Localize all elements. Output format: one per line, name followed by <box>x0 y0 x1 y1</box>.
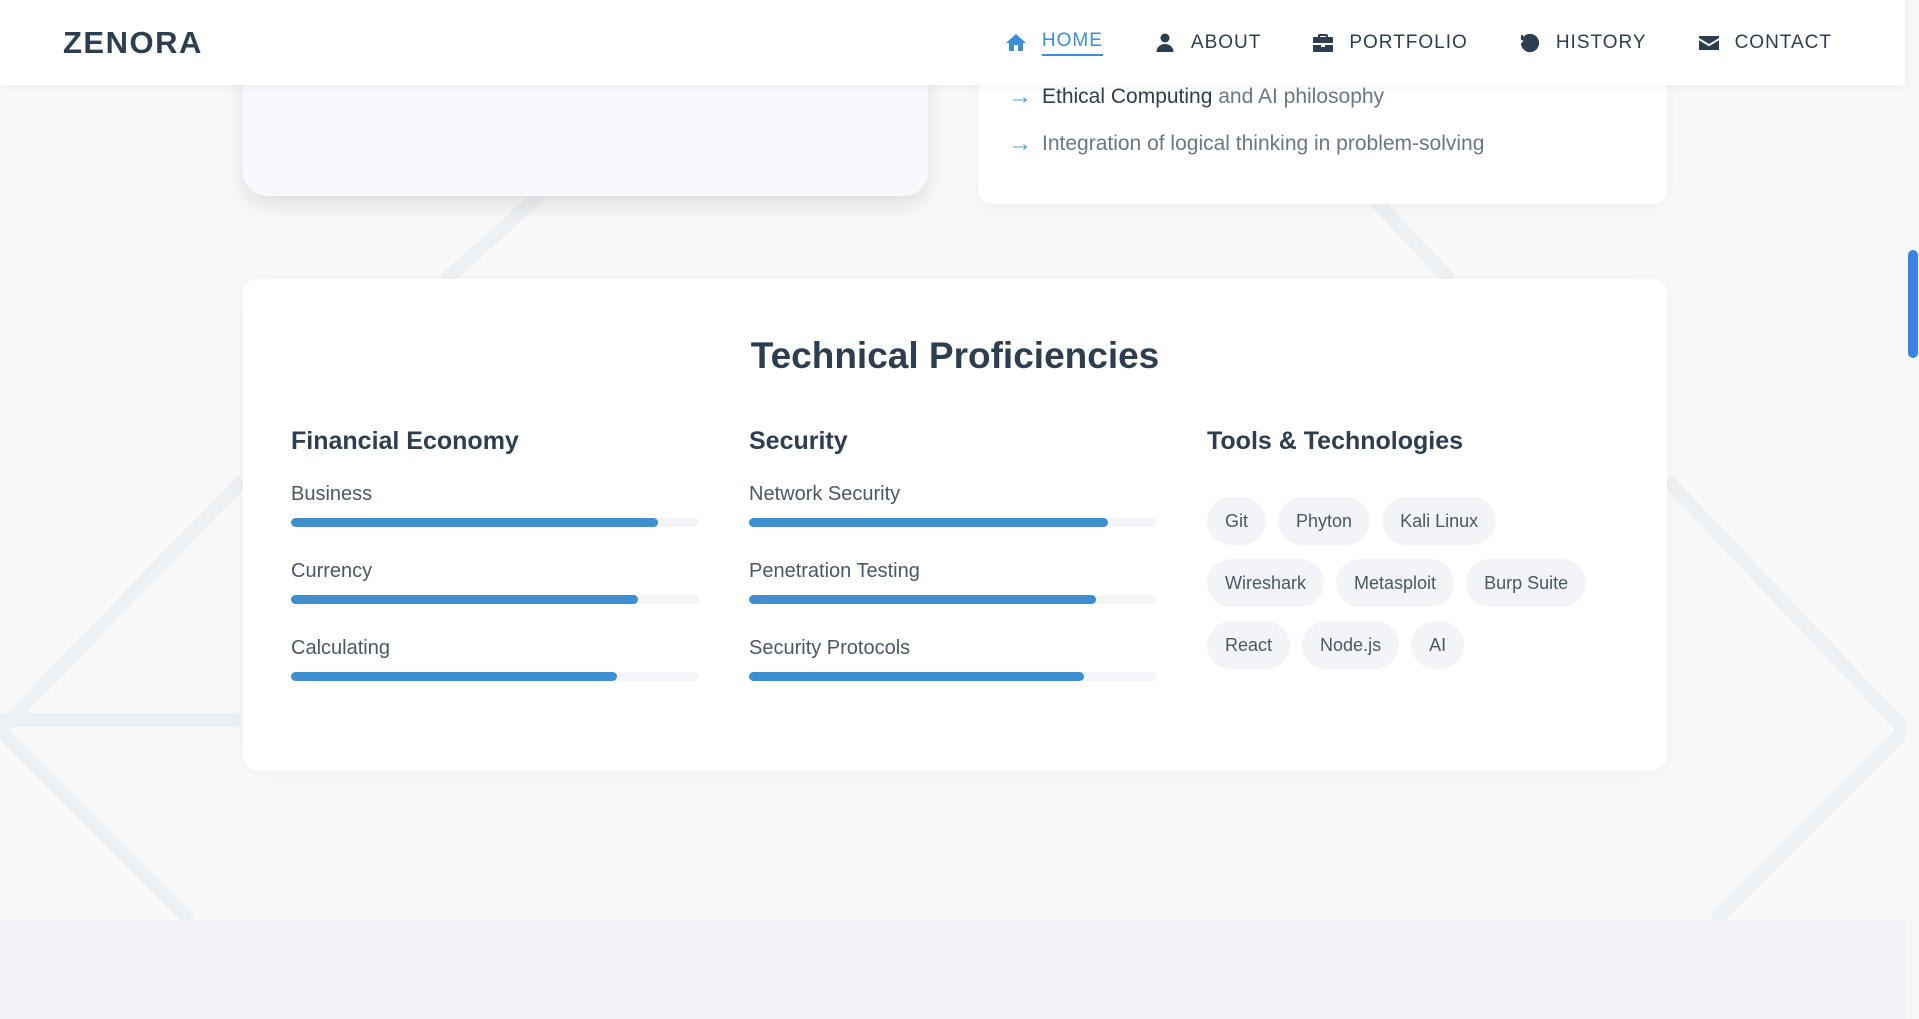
skill-currency: Currency <box>291 560 699 604</box>
user-icon <box>1156 33 1174 52</box>
about-point: → Integration of logical thinking in pro… <box>1008 130 1484 158</box>
tag[interactable]: Burp Suite <box>1466 559 1587 607</box>
skill-bar-fill <box>749 672 1084 681</box>
about-point: → Ethical Computing and AI philosophy <box>1008 83 1384 111</box>
navbar: ZENORA HOME ABOUT PORTFOLIO HISTORY CONT… <box>0 0 1905 85</box>
skill-bar-fill <box>749 518 1109 527</box>
about-point-bold: Ethical Computing <box>1042 85 1213 108</box>
nav-label-about: ABOUT <box>1190 31 1262 53</box>
financial-economy-column: Financial Economy Business Currency Calc… <box>291 427 699 681</box>
skill-name: Calculating <box>291 637 390 659</box>
skill-name: Currency <box>291 560 373 582</box>
skill-security-protocols: Security Protocols <box>749 637 1157 681</box>
site-logo[interactable]: ZENORA <box>63 25 203 61</box>
nav-item-portfolio[interactable]: PORTFOLIO <box>1311 31 1467 55</box>
skill-penetration-testing: Penetration Testing <box>749 560 1157 604</box>
nav-label-history: HISTORY <box>1555 31 1647 53</box>
column-heading: Tools & Technologies <box>1207 427 1464 455</box>
about-point-text: Ethical Computing and AI philosophy <box>1042 85 1384 109</box>
column-heading: Security <box>749 427 848 455</box>
section-title: Technical Proficiencies <box>750 335 1160 376</box>
briefcase-icon <box>1313 33 1334 52</box>
nav-label-portfolio: PORTFOLIO <box>1349 31 1468 53</box>
nav-item-home[interactable]: HOME <box>1004 30 1103 56</box>
skill-business: Business <box>291 483 699 527</box>
tag[interactable]: Kali Linux <box>1382 497 1497 545</box>
skill-calculating: Calculating <box>291 637 699 681</box>
skill-bar-track <box>291 595 699 604</box>
about-point-rest: Integration of logical thinking in probl… <box>1042 132 1485 155</box>
history-icon <box>1520 33 1539 52</box>
tag[interactable]: AI <box>1411 621 1465 669</box>
technical-proficiencies-card: Technical Proficiencies Financial Econom… <box>243 279 1667 770</box>
skill-bar-fill <box>291 595 638 604</box>
skill-bar-fill <box>291 672 618 681</box>
tag[interactable]: Phyton <box>1278 497 1371 545</box>
tag[interactable]: Wireshark <box>1207 559 1325 607</box>
tag[interactable]: Git <box>1207 497 1267 545</box>
skill-bar-fill <box>749 595 1096 604</box>
nav-label-contact: CONTACT <box>1734 31 1832 53</box>
skill-bar-track <box>749 518 1157 527</box>
arrow-right-icon: → <box>1008 83 1032 110</box>
envelope-icon <box>1698 35 1719 50</box>
security-column: Security Network Security Penetration Te… <box>749 427 1157 681</box>
about-point-rest: and AI philosophy <box>1212 85 1385 108</box>
skill-bar-track <box>291 518 699 527</box>
column-heading: Financial Economy <box>291 427 519 455</box>
skill-name: Security Protocols <box>749 637 911 659</box>
nav-label-home: HOME <box>1041 30 1103 56</box>
page-viewport: ZENORA HOME ABOUT PORTFOLIO HISTORY CONT… <box>0 0 1919 1019</box>
tag-list: Git Phyton Kali Linux Wireshark Metasplo… <box>1207 497 1607 669</box>
scrollbar-thumb[interactable] <box>1908 250 1918 358</box>
tag[interactable]: Metasploit <box>1336 559 1455 607</box>
nav-item-about[interactable]: ABOUT <box>1153 31 1261 55</box>
tag[interactable]: React <box>1207 621 1291 669</box>
skill-name: Network Security <box>749 483 901 505</box>
main-nav: HOME ABOUT PORTFOLIO HISTORY CONTACT <box>1004 30 1832 56</box>
skill-bar-track <box>749 595 1157 604</box>
arrow-right-icon: → <box>1008 130 1032 157</box>
skill-name: Penetration Testing <box>749 560 920 582</box>
home-icon <box>1005 33 1026 51</box>
tools-technologies-column: Tools & Technologies Git Phyton Kali Lin… <box>1207 427 1587 669</box>
skill-name: Business <box>291 483 373 505</box>
tag[interactable]: Node.js <box>1302 621 1400 669</box>
page-scrollbar[interactable] <box>1905 0 1919 1019</box>
skill-bar-track <box>749 672 1157 681</box>
skill-bar-fill <box>291 518 659 527</box>
skill-network-security: Network Security <box>749 483 1157 527</box>
nav-item-history[interactable]: HISTORY <box>1518 31 1647 55</box>
footer-band <box>0 920 1905 1019</box>
skill-bar-track <box>291 672 699 681</box>
nav-item-contact[interactable]: CONTACT <box>1697 31 1832 55</box>
